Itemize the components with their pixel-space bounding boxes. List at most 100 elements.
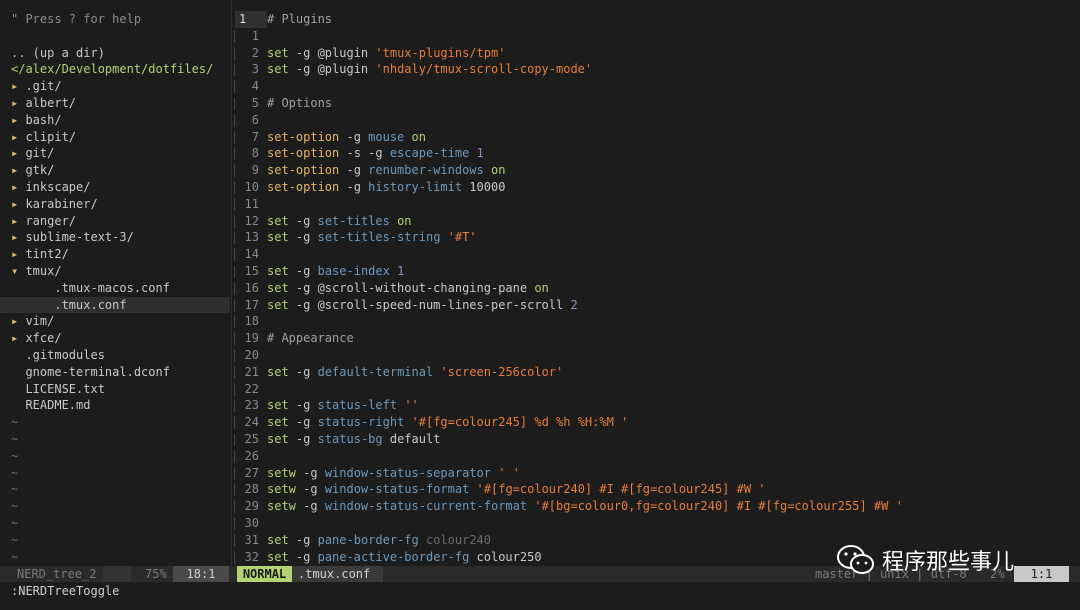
tree-item[interactable]: ▸ gtk/ — [0, 162, 230, 179]
file-icon — [11, 348, 25, 362]
code-line[interactable]: | 13 set -g set-titles-string '#T' — [231, 229, 1080, 246]
tree-item[interactable]: .gitmodules — [0, 347, 230, 364]
code-line[interactable]: | 12 set -g set-titles on — [231, 213, 1080, 230]
code-line[interactable]: | 15 set -g base-index 1 — [231, 263, 1080, 280]
empty-line-tilde: ~ — [11, 415, 19, 430]
code-text: setw -g window-status-separator ' ' — [267, 465, 520, 482]
code-line[interactable]: | 23 set -g status-left '' — [231, 397, 1080, 414]
code-line[interactable]: | 24 set -g status-right '#[fg=colour245] … — [231, 414, 1080, 431]
code-token: default-terminal — [317, 364, 434, 379]
tree-item[interactable]: ▾ tmux/ — [0, 263, 230, 280]
tree-item[interactable]: ▸ ranger/ — [0, 213, 230, 230]
code-line[interactable]: 1 # Plugins — [231, 11, 1080, 28]
code-token: set — [267, 431, 289, 446]
tree-item[interactable]: ▸ xfce/ — [0, 330, 230, 347]
code-line[interactable]: | 14 — [231, 246, 1080, 263]
code-token: 'screen-256color' — [440, 364, 564, 379]
code-token: set-option — [267, 163, 340, 178]
tree-item[interactable]: ▸ vim/ — [0, 313, 230, 330]
line-number: 24 — [244, 415, 259, 430]
code-token: on — [490, 163, 506, 178]
code-token: 1 — [476, 146, 484, 161]
code-line[interactable]: | 1 — [231, 28, 1080, 45]
code-line[interactable]: | 7 set-option -g mouse on — [231, 129, 1080, 146]
line-number: 32 — [244, 549, 259, 564]
code-line[interactable]: | 25 set -g status-bg default — [231, 431, 1080, 448]
tree-item[interactable]: README.md — [0, 397, 230, 414]
tree-up-dir[interactable]: .. (up a dir) — [0, 45, 230, 62]
tree-item[interactable]: .tmux.conf — [0, 296, 230, 314]
tree-item[interactable]: ▸ git/ — [0, 145, 230, 162]
code-token: -g — [339, 179, 369, 194]
tree-item[interactable]: ▸ inkscape/ — [0, 179, 230, 196]
command-line[interactable]: :NERDTreeToggle — [11, 583, 119, 599]
line-number: 7 — [251, 129, 259, 144]
code-token: set-titles — [317, 213, 390, 228]
file-icon — [11, 398, 25, 412]
code-line[interactable]: | 26 — [231, 448, 1080, 465]
code-token: set — [267, 45, 289, 60]
code-line[interactable]: | 17 set -g @scroll-speed-num-lines-per-sc… — [231, 297, 1080, 314]
code-line[interactable]: | 21 set -g default-terminal 'screen-256co… — [231, 364, 1080, 381]
code-line[interactable]: | 20 — [231, 347, 1080, 364]
line-number: 15 — [244, 263, 259, 278]
code-line[interactable]: | 2 set -g @plugin 'tmux-plugins/tpm' — [231, 45, 1080, 62]
tree-item-label: vim/ — [25, 314, 55, 329]
code-token: # Appearance — [267, 331, 354, 346]
code-line[interactable]: | 9 set-option -g renumber-windows on — [231, 162, 1080, 179]
code-token: 2 — [570, 297, 578, 312]
tree-status-gap — [103, 566, 131, 582]
tree-item-label: gtk/ — [25, 163, 55, 178]
chevron-right-icon: ▸ — [11, 129, 26, 144]
code-token: 1 — [397, 263, 405, 278]
tree-item[interactable]: LICENSE.txt — [0, 381, 230, 398]
code-line[interactable]: | 19 # Appearance — [231, 330, 1080, 347]
tree-item[interactable]: ▸ karabiner/ — [0, 196, 230, 213]
code-line[interactable]: | 29 setw -g window-status-current-format … — [231, 498, 1080, 515]
code-token: status-bg — [317, 431, 383, 446]
code-token: -g @scroll-speed-num-lines-per-scroll — [288, 297, 571, 312]
code-token: status-right — [317, 415, 405, 430]
code-line[interactable]: | 18 — [231, 313, 1080, 330]
tree-item[interactable]: ▸ clipit/ — [0, 129, 230, 146]
tree-item[interactable]: ▸ tint2/ — [0, 246, 230, 263]
code-line[interactable]: | 6 — [231, 112, 1080, 129]
editor-pane[interactable]: 1 # Plugins | 1 | 2 set -g @plugin 'tmux-plugi… — [231, 11, 1080, 565]
tree-blank-line — [0, 28, 230, 45]
code-line[interactable]: | 28 setw -g window-status-format '#[fg=co… — [231, 481, 1080, 498]
chevron-right-icon: ▸ — [11, 95, 26, 110]
code-token: -g — [295, 499, 325, 514]
code-token: pane-border-fg — [317, 532, 419, 547]
code-line[interactable]: | 27 setw -g window-status-separator ' ' — [231, 465, 1080, 482]
tree-item[interactable]: .tmux-macos.conf — [0, 280, 230, 297]
code-line[interactable]: | 8 set-option -s -g escape-time 1 — [231, 145, 1080, 162]
code-token: escape-time — [389, 146, 470, 161]
tree-item[interactable]: ▸ .git/ — [0, 78, 230, 95]
code-text: # Appearance — [267, 330, 354, 347]
tree-item-label: gnome-terminal.dconf — [25, 364, 170, 379]
code-line[interactable]: | 30 — [231, 515, 1080, 532]
code-line[interactable]: | 5 # Options — [231, 95, 1080, 112]
tree-item[interactable]: ▸ bash/ — [0, 112, 230, 129]
line-number: 1 — [251, 28, 259, 43]
tree-item[interactable]: ▸ albert/ — [0, 95, 230, 112]
code-line[interactable]: | 11 — [231, 196, 1080, 213]
tree-item[interactable]: gnome-terminal.dconf — [0, 364, 230, 381]
line-number: 25 — [244, 431, 259, 446]
tree-item[interactable]: ▸ sublime-text-3/ — [0, 229, 230, 246]
code-line[interactable]: | 22 — [231, 381, 1080, 398]
code-token: mouse — [368, 129, 405, 144]
code-token: setw — [267, 482, 296, 497]
code-token: set-titles-string — [317, 230, 441, 245]
code-line[interactable]: | 10 set-option -g history-limit 10000 — [231, 179, 1080, 196]
code-line[interactable]: | 4 — [231, 78, 1080, 95]
code-token: -g — [295, 482, 325, 497]
line-number: 27 — [244, 465, 259, 480]
code-line[interactable]: | 16 set -g @scroll-without-changing-pane … — [231, 280, 1080, 297]
code-token: # Plugins — [267, 12, 333, 26]
tree-item-label: xfce/ — [25, 331, 62, 346]
code-token: -g — [288, 213, 318, 228]
code-line[interactable]: | 3 set -g @plugin 'nhdaly/tmux-scroll-cop… — [231, 61, 1080, 78]
